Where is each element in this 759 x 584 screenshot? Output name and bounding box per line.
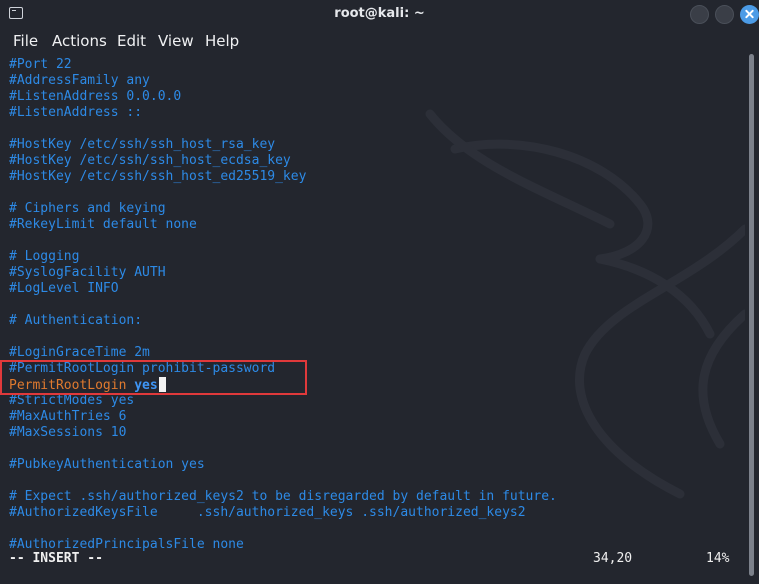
config-line: #ListenAddress :: [9, 105, 143, 120]
config-line: #AddressFamily any [9, 73, 150, 88]
config-line: # Ciphers and keying [9, 201, 166, 216]
editor-area[interactable]: #Port 22 #AddressFamily any #ListenAddre… [0, 54, 745, 584]
menu-view[interactable]: View [158, 32, 194, 50]
config-line: #StrictModes yes [9, 393, 135, 408]
config-line: #Port 22 [9, 57, 72, 72]
config-line: #SyslogFacility AUTH [9, 265, 166, 280]
config-line: #MaxSessions 10 [9, 425, 127, 440]
config-line: # Authentication: [9, 313, 143, 328]
config-line: #HostKey /etc/ssh/ssh_host_ed25519_key [9, 169, 307, 184]
menu-bar: File Actions Edit View Help [0, 28, 759, 54]
config-line: #MaxAuthTries 6 [9, 409, 127, 424]
scrollbar-thumb[interactable] [749, 54, 754, 576]
vim-mode-indicator: -- INSERT -- [9, 551, 103, 566]
config-line: #ListenAddress 0.0.0.0 [9, 89, 182, 104]
scrollbar[interactable] [746, 54, 759, 584]
config-line: # Expect .ssh/authorized_keys2 to be dis… [9, 489, 557, 504]
terminal-window: root@kali: ~ File Actions Edit View Help… [0, 0, 759, 584]
config-line: #HostKey /etc/ssh/ssh_host_ecdsa_key [9, 153, 291, 168]
config-line: #RekeyLimit default none [9, 217, 197, 232]
menu-file[interactable]: File [13, 32, 38, 50]
config-line: #LoginGraceTime 2m [9, 345, 150, 360]
menu-actions[interactable]: Actions [52, 32, 107, 50]
title-bar: root@kali: ~ [0, 0, 759, 28]
annotation-highlight-box [0, 360, 307, 395]
file-percent: 14% [706, 551, 730, 566]
minimize-button[interactable] [690, 5, 709, 24]
config-line: #PubkeyAuthentication yes [9, 457, 205, 472]
cursor-position: 34,20 [593, 551, 633, 566]
config-line: #AuthorizedKeysFile .ssh/authorized_keys… [9, 505, 526, 520]
menu-help[interactable]: Help [205, 32, 239, 50]
menu-edit[interactable]: Edit [117, 32, 146, 50]
config-line: # Logging [9, 249, 80, 264]
window-title: root@kali: ~ [334, 6, 425, 21]
close-button[interactable] [740, 5, 759, 24]
config-line: #LogLevel INFO [9, 281, 119, 296]
config-line: #HostKey /etc/ssh/ssh_host_rsa_key [9, 137, 276, 152]
maximize-button[interactable] [715, 5, 734, 24]
